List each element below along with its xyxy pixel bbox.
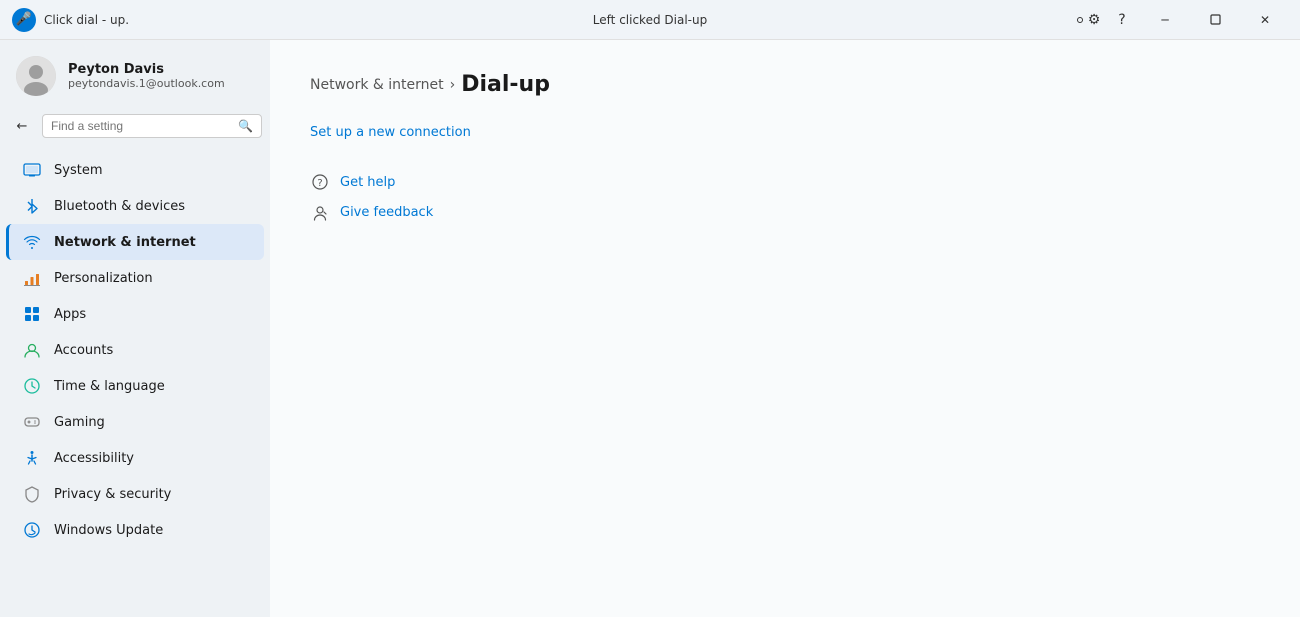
give-feedback-item[interactable]: Give feedback xyxy=(310,202,1260,222)
svg-text:?: ? xyxy=(317,178,322,189)
sidebar-item-accounts[interactable]: Accounts xyxy=(6,332,264,368)
help-section: ? Get help Give feedback xyxy=(310,172,1260,222)
sidebar-item-bluetooth-label: Bluetooth & devices xyxy=(54,199,185,214)
sidebar-item-time-label: Time & language xyxy=(54,379,165,394)
app-icon: 🎤 xyxy=(12,8,36,32)
titlebar: 🎤 Click dial - up. Left clicked Dial-up … xyxy=(0,0,1300,40)
user-info: Peyton Davis peytondavis.1@outlook.com xyxy=(68,62,225,90)
apps-icon xyxy=(22,304,42,324)
search-box[interactable]: 🔍 xyxy=(42,114,262,138)
titlebar-controls: ⚙ ? ─ ✕ xyxy=(1070,4,1288,36)
search-input[interactable] xyxy=(51,119,232,133)
titlebar-center-text: Left clicked Dial-up xyxy=(593,13,707,27)
sidebar-item-windows-update-label: Windows Update xyxy=(54,523,163,538)
sidebar-item-apps-label: Apps xyxy=(54,307,86,322)
accessibility-icon xyxy=(22,448,42,468)
sidebar-item-personalization-label: Personalization xyxy=(54,271,153,286)
sidebar-item-accessibility[interactable]: Accessibility xyxy=(6,440,264,476)
sidebar-item-system-label: System xyxy=(54,163,102,178)
minimize-btn[interactable]: ─ xyxy=(1142,4,1188,36)
get-help-item[interactable]: ? Get help xyxy=(310,172,1260,192)
sidebar-item-system[interactable]: System xyxy=(6,152,264,188)
back-button[interactable]: ← xyxy=(8,112,36,140)
time-icon xyxy=(22,376,42,396)
personalization-icon xyxy=(22,268,42,288)
system-icon xyxy=(22,160,42,180)
close-btn[interactable]: ✕ xyxy=(1242,4,1288,36)
sidebar-item-personalization[interactable]: Personalization xyxy=(6,260,264,296)
app-title: Click dial - up. xyxy=(44,13,1070,27)
give-feedback-label[interactable]: Give feedback xyxy=(340,205,433,220)
get-help-label[interactable]: Get help xyxy=(340,175,395,190)
user-name: Peyton Davis xyxy=(68,62,225,77)
breadcrumb-current: Dial-up xyxy=(461,72,550,97)
sidebar-item-gaming[interactable]: Gaming xyxy=(6,404,264,440)
network-icon xyxy=(22,232,42,252)
help-icon-btn[interactable]: ? xyxy=(1106,4,1138,36)
windows-update-icon xyxy=(22,520,42,540)
bluetooth-icon xyxy=(22,196,42,216)
sidebar-nav-top: ← 🔍 xyxy=(0,108,270,148)
mic-icon: 🎤 xyxy=(16,12,32,27)
user-profile: Peyton Davis peytondavis.1@outlook.com xyxy=(0,40,270,108)
sidebar-item-windows-update[interactable]: Windows Update xyxy=(6,512,264,548)
sidebar-item-privacy[interactable]: Privacy & security xyxy=(6,476,264,512)
content-area: Network & internet › Dial-up Set up a ne… xyxy=(270,40,1300,617)
accounts-icon xyxy=(22,340,42,360)
sidebar-item-accessibility-label: Accessibility xyxy=(54,451,134,466)
user-email: peytondavis.1@outlook.com xyxy=(68,77,225,90)
feedback-icon xyxy=(310,202,330,222)
sidebar-item-time[interactable]: Time & language xyxy=(6,368,264,404)
sidebar-item-bluetooth[interactable]: Bluetooth & devices xyxy=(6,188,264,224)
settings-icon-btn[interactable]: ⚙ xyxy=(1070,4,1102,36)
search-icon: 🔍 xyxy=(238,119,253,133)
get-help-icon: ? xyxy=(310,172,330,192)
breadcrumb-parent[interactable]: Network & internet xyxy=(310,77,444,93)
gaming-icon xyxy=(22,412,42,432)
sidebar-item-privacy-label: Privacy & security xyxy=(54,487,171,502)
privacy-icon xyxy=(22,484,42,504)
sidebar-item-gaming-label: Gaming xyxy=(54,415,105,430)
sidebar-item-apps[interactable]: Apps xyxy=(6,296,264,332)
app-body: Peyton Davis peytondavis.1@outlook.com ←… xyxy=(0,40,1300,617)
sidebar: Peyton Davis peytondavis.1@outlook.com ←… xyxy=(0,40,270,617)
restore-btn[interactable] xyxy=(1192,4,1238,36)
breadcrumb: Network & internet › Dial-up xyxy=(310,72,1260,97)
setup-new-connection-link[interactable]: Set up a new connection xyxy=(310,125,471,140)
sidebar-item-accounts-label: Accounts xyxy=(54,343,113,358)
nav-list: System Bluetooth & devices Network & int… xyxy=(0,148,270,552)
sidebar-item-network-label: Network & internet xyxy=(54,235,196,250)
breadcrumb-separator: › xyxy=(450,77,456,93)
sidebar-item-network[interactable]: Network & internet xyxy=(6,224,264,260)
avatar xyxy=(16,56,56,96)
